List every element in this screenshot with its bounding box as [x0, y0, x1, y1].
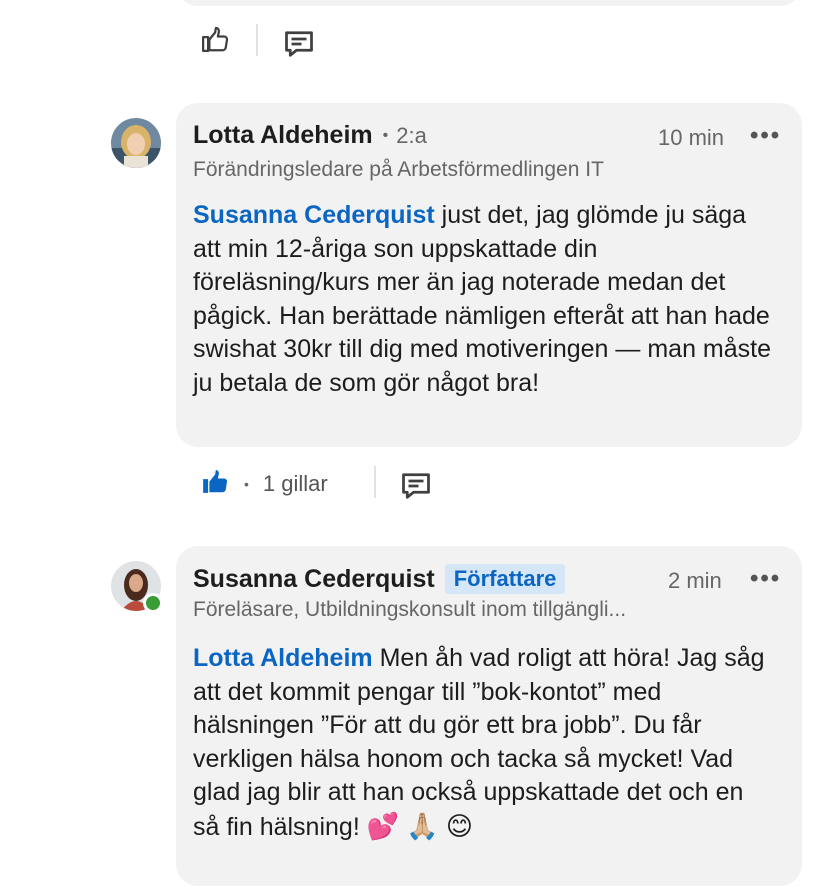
- author-headline: Föreläsare, Utbildningskonsult inom till…: [193, 598, 627, 621]
- emoji-reaction: 💕 🙏🏼 😊: [366, 810, 474, 841]
- author-badge: Författare: [444, 564, 566, 594]
- mention-link[interactable]: Susanna Cederquist: [193, 201, 435, 229]
- separator-dot: •: [382, 126, 389, 144]
- avatar[interactable]: [111, 118, 161, 168]
- thumbs-up-icon[interactable]: [200, 24, 230, 59]
- comment-actions: • 1 gillar: [200, 466, 328, 501]
- online-status-indicator: [143, 593, 163, 613]
- connection-degree: 2:a: [396, 122, 427, 148]
- action-divider: [256, 24, 258, 56]
- comment-text: Susanna Cederquist just det, jag glömde …: [193, 199, 773, 400]
- thumbs-up-icon[interactable]: [200, 466, 230, 501]
- author-headline: Förändringsledare på Arbetsförmedlingen …: [193, 158, 604, 181]
- comment-time: 2 min: [668, 568, 722, 593]
- author-row: Lotta Aldeheim • 2:a: [193, 121, 427, 150]
- more-icon[interactable]: •••: [750, 122, 781, 150]
- previous-comment-bubble: [176, 0, 802, 6]
- comment-time: 10 min: [658, 125, 725, 150]
- author-name[interactable]: Lotta Aldeheim: [193, 121, 373, 150]
- mention-link[interactable]: Lotta Aldeheim: [193, 644, 373, 672]
- previous-comment-actions: [200, 24, 230, 59]
- author-name[interactable]: Susanna Cederquist: [193, 565, 435, 594]
- comment-icon[interactable]: [284, 30, 314, 63]
- comment-icon[interactable]: [401, 472, 431, 505]
- separator-dot: •: [244, 475, 249, 492]
- like-count[interactable]: 1 gillar: [263, 471, 328, 497]
- author-row: Susanna Cederquist Författare: [193, 564, 566, 594]
- comment-text-body: just det, jag glömde ju säga att min 12-…: [193, 201, 772, 397]
- avatar-lotta-image: [111, 118, 161, 168]
- previous-comment-reply: [284, 30, 314, 63]
- avatar[interactable]: [111, 561, 163, 613]
- action-divider: [374, 466, 376, 498]
- comment-text: Lotta Aldeheim Men åh vad roligt att hör…: [193, 642, 773, 844]
- comment-bubble: Lotta Aldeheim • 2:a 10 min ••• Förändri…: [176, 103, 802, 447]
- reply-action: [401, 472, 431, 505]
- comment-text-body: Men åh vad roligt att höra! Jag såg att …: [193, 644, 765, 841]
- more-icon[interactable]: •••: [750, 565, 781, 593]
- comment-bubble: Susanna Cederquist Författare 2 min ••• …: [176, 546, 802, 886]
